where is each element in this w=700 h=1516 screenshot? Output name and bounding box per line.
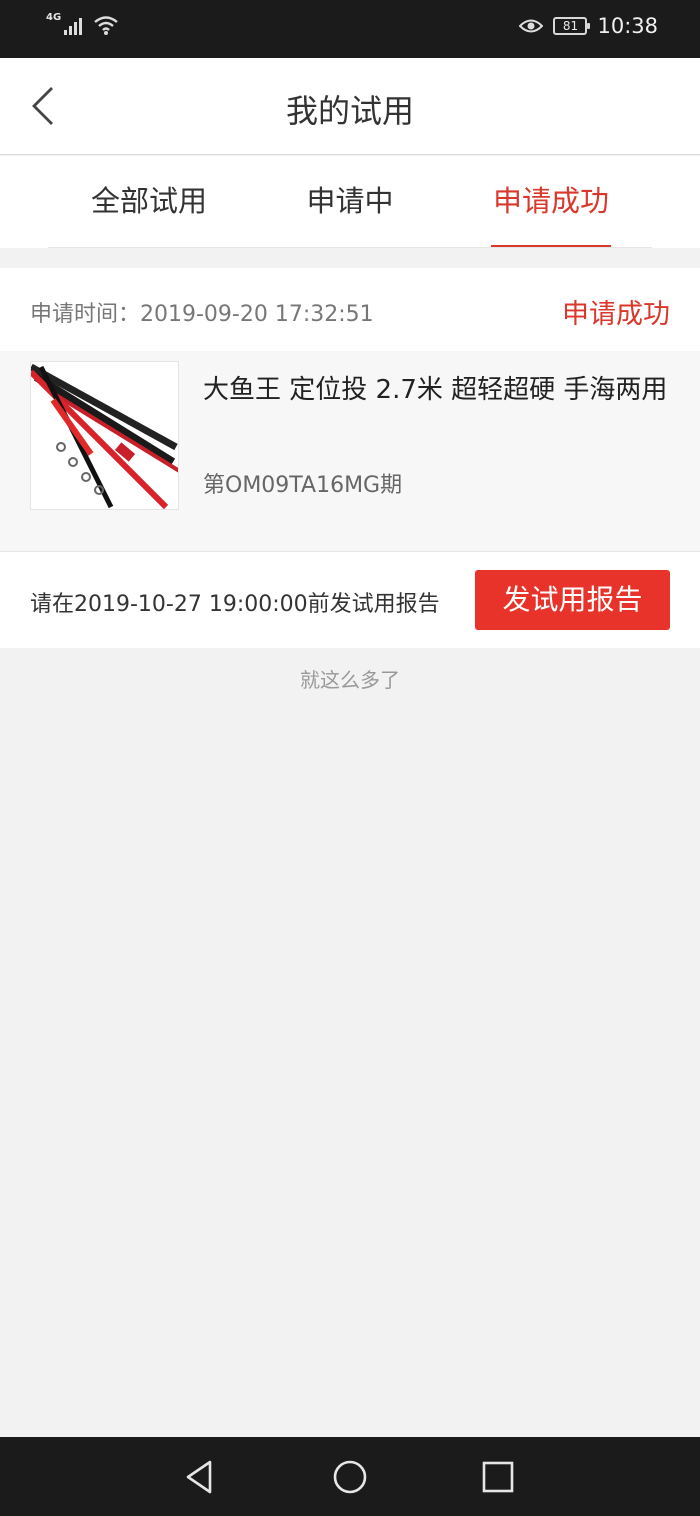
system-nav-bar <box>0 1437 700 1516</box>
product-name: 大鱼王 定位投 2.7米 超轻超硬 手海两用 <box>203 375 668 405</box>
product-item[interactable]: 大鱼王 定位投 2.7米 超轻超硬 手海两用 第OM09TA16MG期 <box>0 351 700 519</box>
card-separator <box>0 519 700 551</box>
tab-bar: 全部试用 申请中 申请成功 <box>0 156 700 248</box>
network-label: 4G <box>46 11 62 23</box>
back-triangle-icon <box>186 1460 212 1494</box>
eye-icon <box>519 19 544 33</box>
nav-back-button[interactable] <box>180 1457 220 1497</box>
apply-row: 申请时间：2019-09-20 17:32:51 申请成功 <box>0 268 700 351</box>
clock: 10:38 <box>597 14 658 38</box>
product-image <box>30 361 179 510</box>
apply-time: 申请时间：2019-09-20 17:32:51 <box>30 302 374 327</box>
tab-all-trials[interactable]: 全部试用 <box>90 156 208 248</box>
recents-square-icon <box>482 1461 514 1493</box>
tab-applying[interactable]: 申请中 <box>306 156 394 248</box>
report-row: 请在2019-10-27 19:00:00前发试用报告 发试用报告 <box>0 551 700 648</box>
nav-recents-button[interactable] <box>478 1457 518 1497</box>
submit-report-button[interactable]: 发试用报告 <box>475 570 670 630</box>
wifi-icon <box>94 16 118 35</box>
battery-icon: 81 <box>553 17 591 35</box>
status-bar: 4G 81 10:38 <box>0 0 700 58</box>
page-title: 我的试用 <box>285 92 414 130</box>
header: 我的试用 <box>0 58 700 155</box>
status-left: 4G <box>46 11 119 36</box>
tabs-divider <box>48 247 652 248</box>
report-deadline: 请在2019-10-27 19:00:00前发试用报告 <box>30 592 440 617</box>
status-right: 81 10:38 <box>519 14 658 38</box>
product-period: 第OM09TA16MG期 <box>203 473 403 498</box>
nav-home-button[interactable] <box>330 1457 370 1497</box>
home-circle-icon <box>333 1460 367 1494</box>
fishing-rod-image <box>31 362 178 509</box>
tab-applied-success[interactable]: 申请成功 <box>491 156 611 248</box>
trial-card: 申请时间：2019-09-20 17:32:51 申请成功 大鱼王 定位投 2.… <box>0 268 700 648</box>
status-badge: 申请成功 <box>562 299 670 330</box>
signal-icon <box>64 18 83 35</box>
end-of-list-text: 就这么多了 <box>300 668 400 692</box>
